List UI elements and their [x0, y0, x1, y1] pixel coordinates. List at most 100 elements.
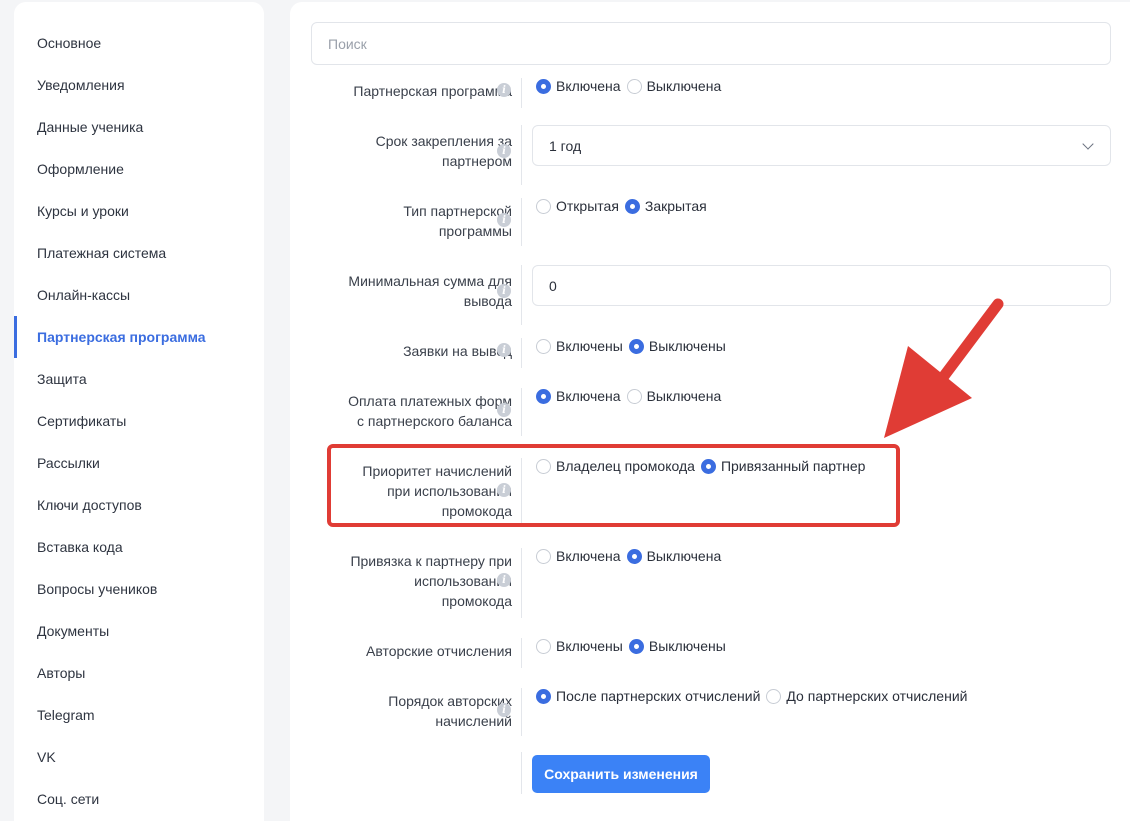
- radio-option-before-partner[interactable]: До партнерских отчислений: [766, 688, 967, 704]
- radio-option-linked-partner[interactable]: Привязанный партнер: [700, 458, 865, 474]
- radio-option-enabled[interactable]: Включена: [536, 78, 621, 94]
- setting-row-balance-payment: Оплата платежных форм с партнерского бал…: [290, 388, 1130, 436]
- sidebar-item-access-keys[interactable]: Ключи доступов: [14, 484, 264, 526]
- radio-checked[interactable]: [700, 458, 716, 474]
- row-divider: [521, 198, 522, 246]
- info-icon[interactable]: i: [497, 703, 511, 717]
- radio-checked[interactable]: [626, 548, 642, 564]
- radio-checked[interactable]: [628, 638, 644, 654]
- setting-label: Партнерская программа: [353, 83, 512, 99]
- radio-checked[interactable]: [536, 388, 551, 404]
- sidebar-item-certificates[interactable]: Сертификаты: [14, 400, 264, 442]
- radio-unchecked[interactable]: [536, 458, 551, 474]
- radio-checked[interactable]: [536, 78, 551, 94]
- label-line: партнером: [442, 153, 512, 169]
- setting-row-min-withdraw: Минимальная сумма для вывода i 0: [290, 265, 1130, 325]
- sidebar-item-label: Защита: [37, 371, 87, 387]
- radio-checked[interactable]: [536, 688, 551, 704]
- sidebar-item-label: Курсы и уроки: [37, 203, 129, 219]
- setting-row-binding-term: Срок закрепления за партнером i 1 год: [290, 125, 1130, 185]
- info-icon[interactable]: i: [497, 483, 511, 497]
- sidebar-item-design[interactable]: Оформление: [14, 148, 264, 190]
- label-line: Срок закрепления за: [375, 133, 512, 149]
- save-button[interactable]: Сохранить изменения: [532, 755, 710, 793]
- radio-option-enabled[interactable]: Включена: [536, 548, 621, 564]
- radio-unchecked[interactable]: [536, 198, 551, 214]
- radio-option-promo-owner[interactable]: Владелец промокода: [536, 458, 695, 474]
- sidebar-item-online-cash[interactable]: Онлайн-кассы: [14, 274, 264, 316]
- sidebar-item-social[interactable]: Соц. сети: [14, 778, 264, 820]
- sidebar-item-main[interactable]: Основное: [14, 22, 264, 64]
- radio-option-after-partner[interactable]: После партнерских отчислений: [536, 688, 760, 704]
- search-input[interactable]: [311, 22, 1111, 65]
- radio-option-enabled[interactable]: Включены: [536, 338, 623, 354]
- radio-option-disabled[interactable]: Выключены: [628, 338, 726, 354]
- label-line: промокода: [441, 593, 512, 609]
- info-icon[interactable]: i: [497, 573, 511, 587]
- radio-unchecked[interactable]: [766, 688, 782, 704]
- radio-label: Выключена: [646, 388, 722, 404]
- sidebar-item-mailings[interactable]: Рассылки: [14, 442, 264, 484]
- setting-label: Привязка к партнеру при использовании пр…: [312, 551, 512, 611]
- settings-sidebar: Основное Уведомления Данные ученика Офор…: [14, 2, 264, 821]
- setting-label: Приоритет начислений при использовании п…: [312, 461, 512, 521]
- radio-unchecked[interactable]: [536, 338, 551, 354]
- label-line: Минимальная сумма для: [348, 273, 512, 289]
- info-icon[interactable]: i: [497, 83, 511, 97]
- sidebar-item-student-data[interactable]: Данные ученика: [14, 106, 264, 148]
- radio-unchecked[interactable]: [626, 388, 642, 404]
- info-icon[interactable]: i: [497, 144, 511, 158]
- row-divider: [521, 78, 522, 108]
- sidebar-item-authors[interactable]: Авторы: [14, 652, 264, 694]
- radio-option-disabled[interactable]: Выключена: [626, 388, 722, 404]
- sidebar-item-label: Авторы: [37, 665, 86, 681]
- sidebar-item-label: Платежная система: [37, 245, 167, 261]
- label-line: Тип партнерской: [403, 203, 512, 219]
- radio-option-open[interactable]: Открытая: [536, 198, 619, 214]
- info-icon[interactable]: i: [497, 213, 511, 227]
- radio-label: Включена: [556, 548, 621, 564]
- radio-label: Включены: [556, 338, 623, 354]
- radio-unchecked[interactable]: [536, 548, 551, 564]
- radio-checked[interactable]: [628, 338, 644, 354]
- sidebar-item-documents[interactable]: Документы: [14, 610, 264, 652]
- radio-option-disabled[interactable]: Выключена: [626, 78, 722, 94]
- sidebar-item-label: Документы: [37, 623, 110, 639]
- radio-group: Включены Выключены: [536, 338, 732, 354]
- row-divider: [521, 458, 522, 524]
- info-icon[interactable]: i: [497, 343, 511, 357]
- chevron-down-icon: [1082, 138, 1094, 150]
- radio-unchecked[interactable]: [626, 78, 642, 94]
- radio-label: После партнерских отчислений: [556, 688, 761, 704]
- info-icon[interactable]: i: [497, 284, 511, 298]
- setting-row-program-type: Тип партнерской программы i Открытая Зак…: [290, 198, 1130, 246]
- radio-option-disabled[interactable]: Выключены: [628, 638, 726, 654]
- setting-row-author-fees: Авторские отчисления Включены Выключены: [290, 638, 1130, 668]
- setting-label: Тип партнерской программы: [312, 201, 512, 241]
- radio-label: Выключена: [646, 78, 722, 94]
- radio-option-enabled[interactable]: Включена: [536, 388, 621, 404]
- radio-label: Закрытая: [644, 198, 707, 214]
- sidebar-item-protection[interactable]: Защита: [14, 358, 264, 400]
- sidebar-item-label: VK: [37, 749, 56, 765]
- radio-label: Открытая: [556, 198, 619, 214]
- radio-unchecked[interactable]: [536, 638, 551, 654]
- sidebar-item-telegram[interactable]: Telegram: [14, 694, 264, 736]
- radio-option-closed[interactable]: Закрытая: [624, 198, 707, 214]
- radio-option-disabled[interactable]: Выключена: [626, 548, 721, 564]
- info-icon[interactable]: i: [497, 403, 511, 417]
- sidebar-item-courses[interactable]: Курсы и уроки: [14, 190, 264, 232]
- sidebar-item-partner-program[interactable]: Партнерская программа: [14, 316, 264, 358]
- sidebar-item-student-questions[interactable]: Вопросы учеников: [14, 568, 264, 610]
- sidebar-item-payment-system[interactable]: Платежная система: [14, 232, 264, 274]
- sidebar-item-code-insert[interactable]: Вставка кода: [14, 526, 264, 568]
- radio-checked[interactable]: [624, 198, 640, 214]
- min-withdraw-input[interactable]: 0: [532, 265, 1111, 306]
- sidebar-item-notifications[interactable]: Уведомления: [14, 64, 264, 106]
- binding-term-select[interactable]: 1 год: [532, 125, 1111, 166]
- sidebar-item-vk[interactable]: VK: [14, 736, 264, 778]
- radio-option-enabled[interactable]: Включены: [536, 638, 623, 654]
- radio-group: Включены Выключены: [536, 638, 732, 654]
- sidebar-item-label: Вопросы учеников: [37, 581, 158, 597]
- radio-label: Включены: [556, 638, 623, 654]
